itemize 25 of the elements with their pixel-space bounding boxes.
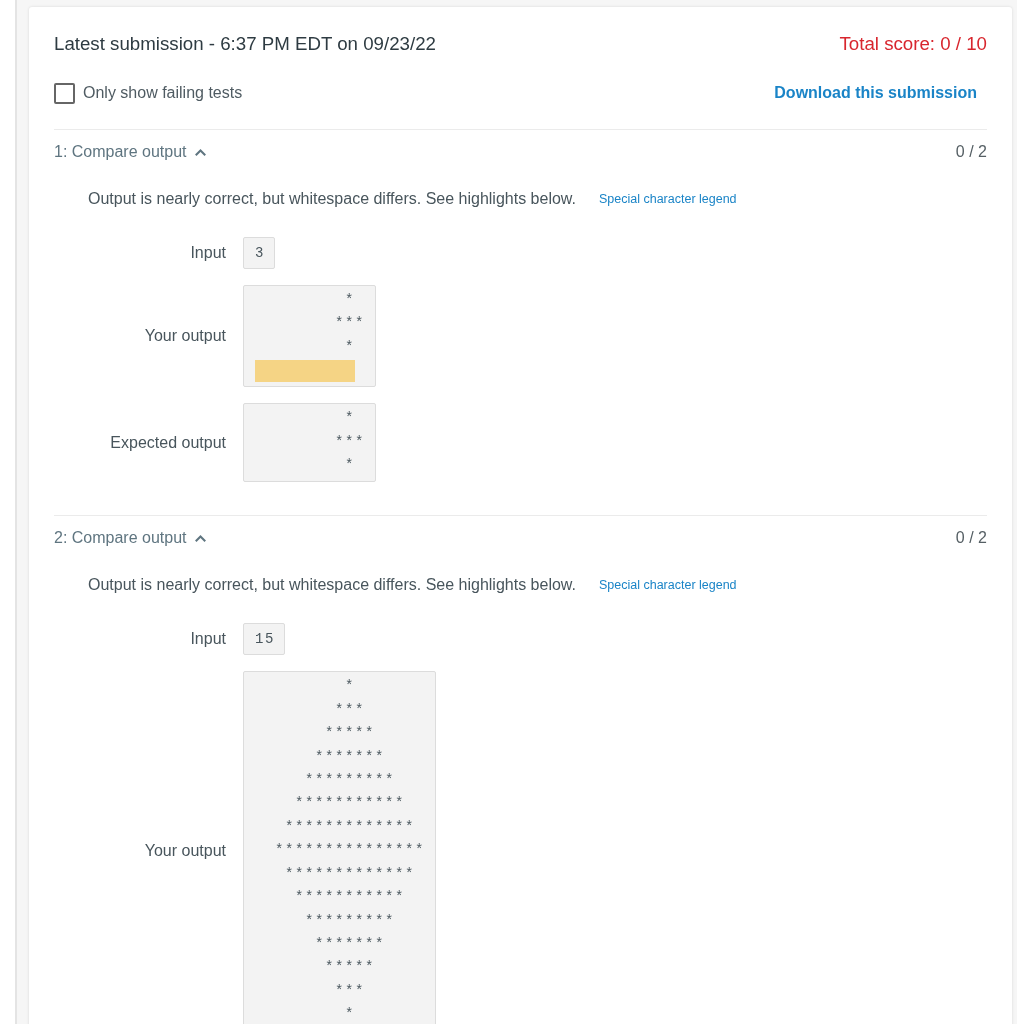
output-text: * *** * [334, 291, 365, 357]
row-label: Input [190, 243, 226, 263]
output-text: * *** ***** ******* ********* *********** ************* *************** ************* *********** ********* ******* ***** *** * [274, 677, 426, 1024]
submission-title: Latest submission - 6:37 PM EDT on 09/23/22 [54, 32, 436, 56]
download-link[interactable]: Download this submission [764, 81, 987, 105]
checkbox[interactable] [54, 82, 75, 104]
row-label: Your output [144, 326, 226, 347]
input-value: 3 [243, 237, 276, 269]
input-value: 15 [243, 623, 286, 656]
legend-link[interactable]: Special character legend [598, 192, 737, 206]
test-score: 0 / 2 [955, 528, 987, 549]
row-label: Your output [144, 841, 226, 862]
checkbox-label[interactable]: Only show failing tests [83, 81, 243, 105]
row-label: Expected output [110, 432, 226, 453]
caret-up-icon[interactable] [194, 534, 206, 542]
legend-link[interactable]: Special character legend [598, 578, 737, 593]
test-message: Output is nearly correct, but whitespace differs. See highlights below. [88, 189, 576, 209]
test-title[interactable]: 2: Compare output [54, 526, 187, 551]
test-title[interactable]: 1: Compare output [54, 140, 187, 164]
caret-up-icon[interactable] [194, 148, 206, 156]
row-label: Input [190, 629, 226, 650]
output-text: * *** * [334, 409, 365, 476]
test-message: Output is nearly correct, but whitespace differs. See highlights below. [88, 575, 576, 596]
test-score: 0 / 2 [955, 142, 987, 162]
total-score: Total score: 0 / 10 [839, 32, 987, 56]
